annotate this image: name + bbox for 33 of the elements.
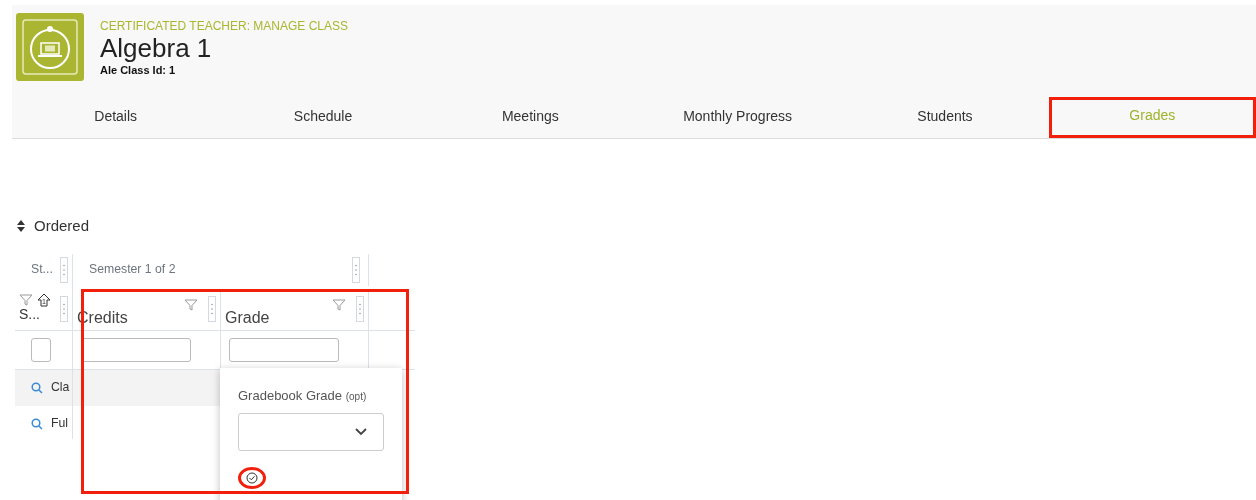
grid-row[interactable]: Cla <box>15 369 220 406</box>
column-header: Grade <box>225 307 270 328</box>
tab[interactable]: Monthly Progress <box>634 97 842 138</box>
optional-hint: (opt) <box>345 390 367 402</box>
tab[interactable]: Meetings <box>426 97 634 138</box>
filter-icon[interactable] <box>19 291 33 307</box>
filter-field[interactable] <box>229 337 339 362</box>
tab[interactable]: Schedule <box>219 97 427 138</box>
tab[interactable]: Students <box>841 97 1049 138</box>
column-menu-icon[interactable] <box>352 256 360 283</box>
class-id: Ale Class Id: 1 <box>100 63 177 79</box>
column-menu-icon[interactable] <box>60 295 68 322</box>
logo-icon <box>16 13 84 81</box>
class-title: Algebra 1 <box>100 35 213 63</box>
group-header: Semester 1 of 2 <box>88 261 176 279</box>
filter-field[interactable] <box>81 337 191 362</box>
column-menu-icon[interactable] <box>208 295 216 322</box>
confirm-icon[interactable] <box>238 467 266 489</box>
grid-row[interactable]: Ful <box>15 405 220 442</box>
row-label: Cla <box>51 379 70 397</box>
select-all-checkbox[interactable] <box>31 337 51 362</box>
column-menu-icon[interactable] <box>60 256 68 283</box>
row-label: Ful <box>51 415 69 433</box>
tab[interactable]: Details <box>12 97 220 138</box>
column-menu-icon[interactable] <box>356 295 364 322</box>
column-header: St... <box>31 261 53 279</box>
sort-toggle-icon <box>16 220 26 233</box>
grade-dropdown[interactable] <box>238 413 384 451</box>
chevron-down-icon <box>355 428 367 436</box>
sort-toggle[interactable]: Ordered <box>16 215 90 238</box>
field-label: Gradebook Grade (opt) <box>238 386 368 405</box>
page-subtitle: CERTIFICATED TEACHER: MANAGE CLASS <box>100 18 349 35</box>
column-header: S... <box>19 306 41 321</box>
